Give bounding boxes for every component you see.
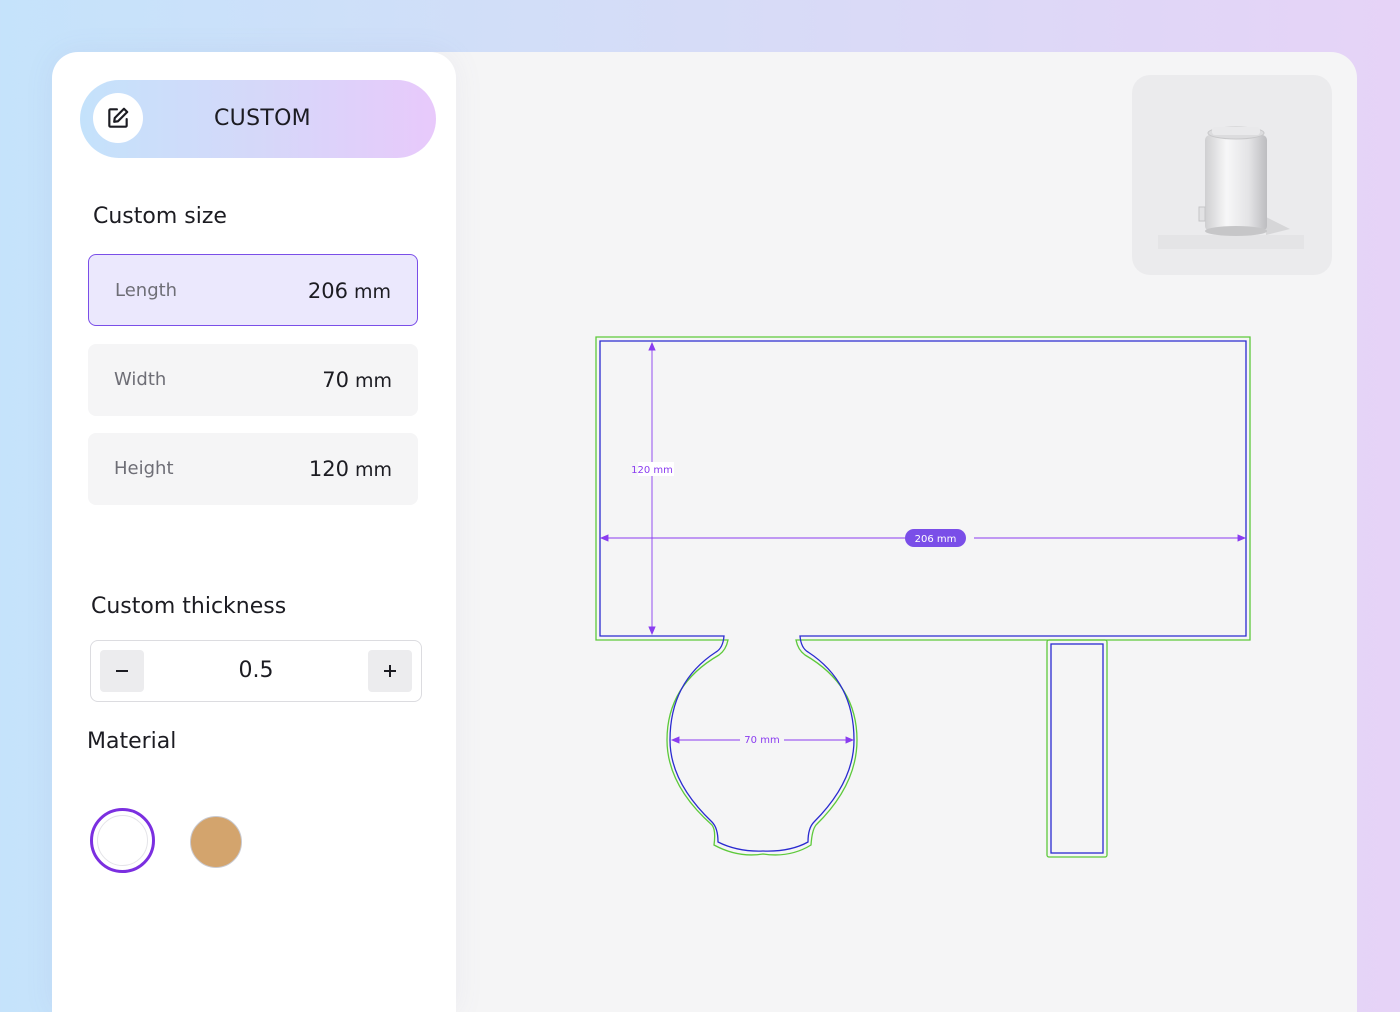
dieline-drawing: 120 mm 206 mm 70 mm: [590, 330, 1260, 865]
length-value: 206 mm: [307, 279, 391, 303]
length-dimension-label: 206 mm: [915, 534, 957, 545]
thickness-value[interactable]: 0.5: [151, 641, 361, 701]
material-swatch-kraft[interactable]: [190, 816, 242, 868]
settings-panel: CUSTOM Custom size Length 206 mm Width 70…: [52, 52, 456, 1012]
height-dimension-label: 120 mm: [631, 465, 673, 476]
3d-preview[interactable]: [1132, 75, 1332, 275]
edit-icon: [93, 93, 143, 143]
height-value: 120 mm: [308, 457, 392, 481]
plus-icon: [384, 665, 396, 677]
length-field[interactable]: Length 206 mm: [88, 254, 418, 326]
custom-size-title: Custom size: [93, 204, 227, 229]
white-swatch-fill: [97, 815, 148, 866]
width-label: Width: [114, 369, 167, 390]
height-field[interactable]: Height 120 mm: [88, 433, 418, 505]
can-sleeve-preview-icon: [1158, 126, 1304, 249]
mode-label: CUSTOM: [214, 106, 311, 131]
thickness-stepper: 0.5: [90, 640, 422, 702]
length-label: Length: [115, 280, 178, 301]
width-value: 70 mm: [322, 368, 392, 392]
material-swatch-white[interactable]: [90, 808, 155, 873]
bleed-outline: [595, 336, 1251, 858]
material-title: Material: [87, 729, 177, 754]
height-label: Height: [114, 458, 174, 479]
cut-outline: [599, 340, 1247, 854]
width-dimension-label: 70 mm: [744, 735, 779, 746]
custom-thickness-title: Custom thickness: [91, 594, 287, 619]
thickness-increase-button[interactable]: [368, 650, 412, 692]
custom-mode-button[interactable]: CUSTOM: [80, 80, 436, 158]
minus-icon: [116, 670, 128, 672]
width-field[interactable]: Width 70 mm: [88, 344, 418, 416]
thickness-decrease-button[interactable]: [100, 650, 144, 692]
